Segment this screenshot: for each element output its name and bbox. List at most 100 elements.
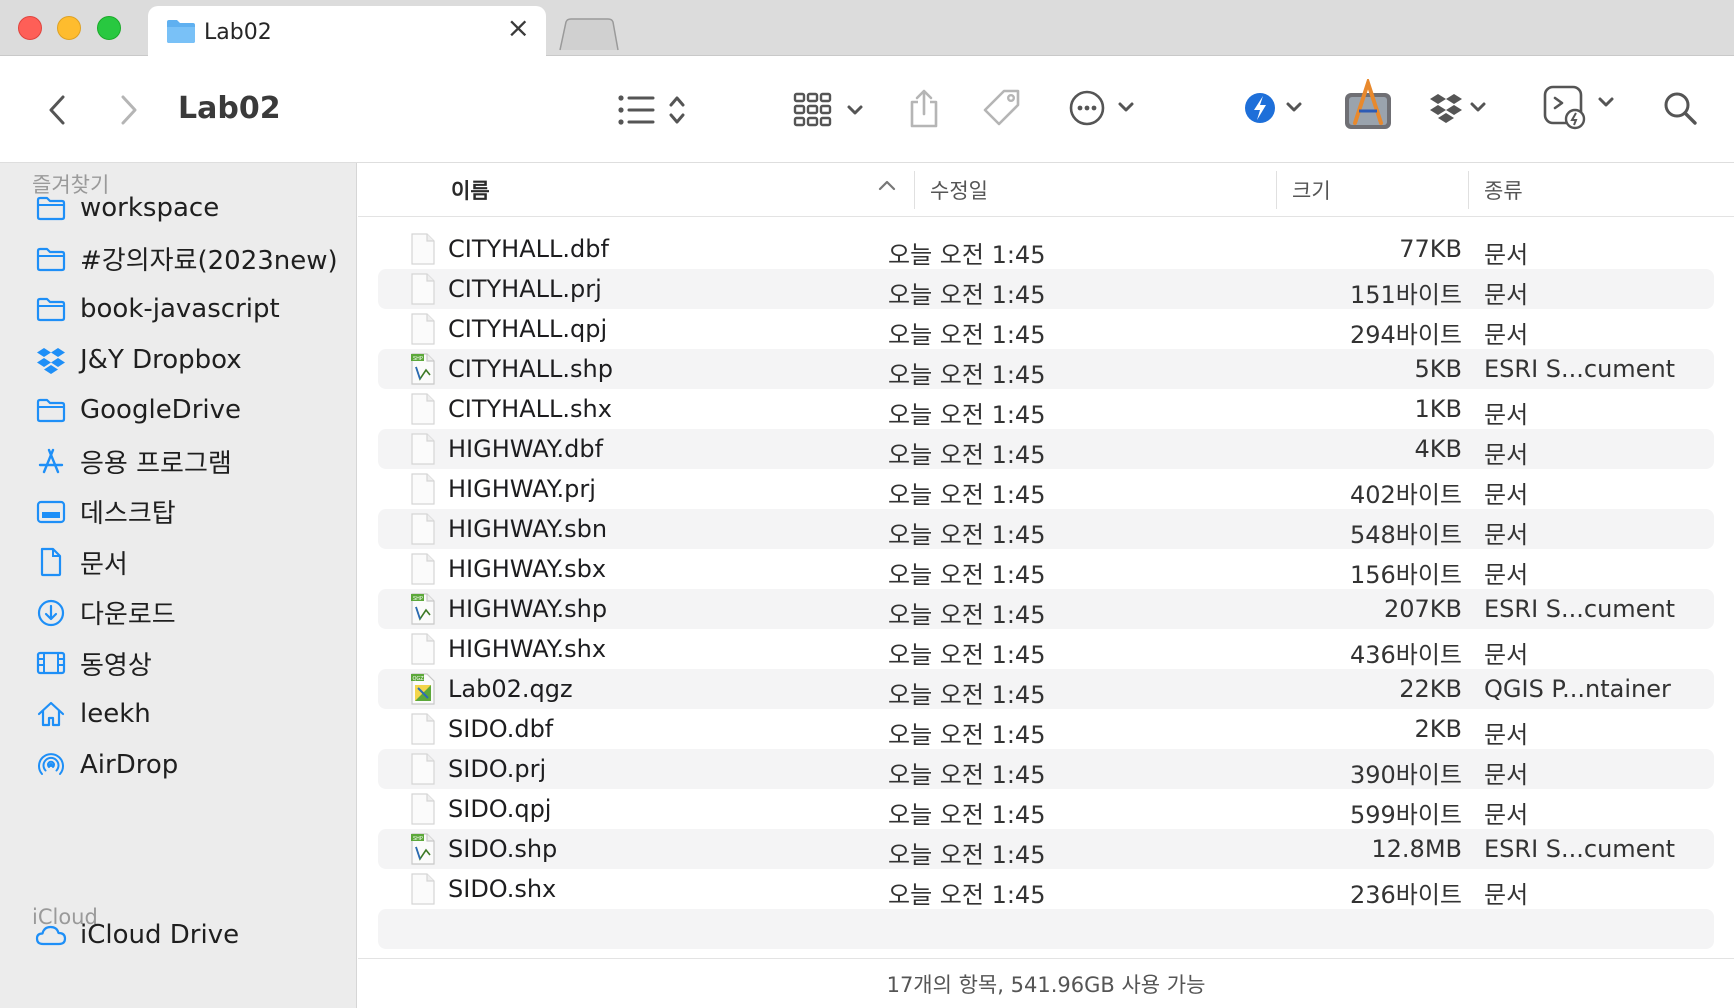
- qgis-project-icon: QGZ: [410, 673, 436, 705]
- file-kind: 문서: [1484, 521, 1529, 549]
- more-actions-icon[interactable]: [1068, 86, 1142, 130]
- document-icon: [410, 393, 436, 425]
- search-icon[interactable]: [1660, 86, 1700, 130]
- sidebar-item-[interactable]: 데스크탑: [34, 487, 176, 537]
- sidebar-item-[interactable]: 응용 프로그램: [34, 436, 232, 486]
- desktop-icon: [34, 495, 68, 529]
- sidebar-item-label: iCloud Drive: [80, 920, 240, 950]
- column-header-size[interactable]: 크기: [1292, 175, 1331, 205]
- share-icon[interactable]: [904, 84, 944, 132]
- sidebar-item-workspace[interactable]: workspace: [34, 183, 219, 233]
- table-row[interactable]: SIDO.qpj 오늘 오전 1:45 599바이트 문서: [378, 789, 1714, 829]
- file-name: HIGHWAY.prj: [448, 475, 596, 503]
- column-header-kind[interactable]: 종류: [1484, 175, 1523, 205]
- table-row[interactable]: HIGHWAY.prj 오늘 오전 1:45 402바이트 문서: [378, 469, 1714, 509]
- tab-lab02[interactable]: Lab02 ×: [148, 6, 546, 57]
- file-size: 2KB: [1414, 715, 1462, 743]
- file-kind: ESRI S...cument: [1484, 595, 1676, 623]
- svg-text:SHP: SHP: [413, 836, 423, 842]
- column-separator[interactable]: [914, 171, 915, 209]
- table-row[interactable]: QGZ Lab02.qgz 오늘 오전 1:45 22KB QGIS P...ntain…: [378, 669, 1714, 709]
- file-name: SIDO.prj: [448, 755, 547, 783]
- forward-icon[interactable]: [114, 90, 144, 130]
- column-separator[interactable]: [1276, 171, 1277, 209]
- folder-icon: [34, 242, 68, 276]
- file-name: SIDO.qpj: [448, 795, 552, 823]
- table-row[interactable]: HIGHWAY.sbn 오늘 오전 1:45 548바이트 문서: [378, 509, 1714, 549]
- tag-icon[interactable]: [980, 86, 1024, 130]
- document-icon: [410, 433, 436, 465]
- file-kind: 문서: [1484, 321, 1529, 349]
- xcode-instruments-icon[interactable]: [1340, 78, 1396, 134]
- file-kind: 문서: [1484, 281, 1529, 309]
- file-date: 오늘 오전 1:45: [888, 841, 1046, 869]
- sidebar-item-icloud-drive[interactable]: iCloud Drive: [34, 910, 239, 960]
- minimize-window-button[interactable]: [57, 16, 81, 40]
- new-tab-button[interactable]: [556, 18, 622, 56]
- tailscale-icon[interactable]: [1244, 86, 1310, 130]
- file-name: SIDO.shx: [448, 875, 557, 903]
- file-size: 5KB: [1414, 355, 1462, 383]
- file-list-pane: 이름 수정일 크기 종류 CITYHALL.dbf 오늘 오전 1:45 77KB 문…: [358, 163, 1734, 1008]
- sidebar-item-2023new[interactable]: #강의자료(2023new): [34, 234, 338, 284]
- file-date: 오늘 오전 1:45: [888, 721, 1046, 749]
- download-icon: [34, 596, 68, 630]
- group-by-icon[interactable]: [792, 86, 868, 134]
- applications-icon: [34, 444, 68, 478]
- table-row[interactable]: HIGHWAY.shx 오늘 오전 1:45 436바이트 문서: [378, 629, 1714, 669]
- zoom-window-button[interactable]: [97, 16, 121, 40]
- file-size: 207KB: [1383, 595, 1462, 623]
- dropbox-icon: [34, 343, 68, 377]
- table-row[interactable]: CITYHALL.qpj 오늘 오전 1:45 294바이트 문서: [378, 309, 1714, 349]
- shapefile-icon: SHP: [410, 833, 436, 865]
- table-row[interactable]: CITYHALL.dbf 오늘 오전 1:45 77KB 문서: [378, 229, 1714, 269]
- table-row[interactable]: SHP SIDO.shp 오늘 오전 1:45 12.8MB ESRI S...cume…: [378, 829, 1714, 869]
- column-header-name[interactable]: 이름: [451, 175, 490, 205]
- table-row[interactable]: CITYHALL.shx 오늘 오전 1:45 1KB 문서: [378, 389, 1714, 429]
- close-window-button[interactable]: [18, 16, 42, 40]
- sidebar-item-label: 다운로드: [80, 600, 176, 631]
- file-kind: 문서: [1484, 721, 1529, 749]
- sidebar-item-[interactable]: 다운로드: [34, 588, 176, 638]
- window-title: Lab02: [178, 91, 281, 126]
- back-icon[interactable]: [42, 90, 72, 130]
- file-name: Lab02.qgz: [448, 675, 573, 703]
- file-size: 236바이트: [1349, 881, 1462, 909]
- sort-ascending-icon[interactable]: [878, 177, 896, 196]
- table-row[interactable]: SIDO.dbf 오늘 오전 1:45 2KB 문서: [378, 709, 1714, 749]
- list-view-icon[interactable]: [614, 86, 694, 134]
- file-date: 오늘 오전 1:45: [888, 281, 1046, 309]
- table-row[interactable]: CITYHALL.prj 오늘 오전 1:45 151바이트 문서: [378, 269, 1714, 309]
- sidebar-item-book-javascript[interactable]: book-javascript: [34, 284, 280, 334]
- status-bar: 17개의 항목, 541.96GB 사용 가능: [358, 958, 1734, 1008]
- table-row[interactable]: SHP CITYHALL.shp 오늘 오전 1:45 5KB ESRI S...cum…: [378, 349, 1714, 389]
- folder-icon: [34, 191, 68, 225]
- file-date: 오늘 오전 1:45: [888, 681, 1046, 709]
- table-row[interactable]: HIGHWAY.dbf 오늘 오전 1:45 4KB 문서: [378, 429, 1714, 469]
- file-size: 436바이트: [1349, 641, 1462, 669]
- sidebar-item-[interactable]: 문서: [34, 537, 128, 587]
- sidebar-item-leekh[interactable]: leekh: [34, 689, 151, 739]
- sidebar-item-airdrop[interactable]: AirDrop: [34, 740, 178, 790]
- document-icon: [410, 313, 436, 345]
- file-name: HIGHWAY.sbx: [448, 555, 607, 583]
- svg-text:SHP: SHP: [413, 596, 423, 602]
- sidebar-item-googledrive[interactable]: GoogleDrive: [34, 385, 241, 435]
- table-row[interactable]: HIGHWAY.sbx 오늘 오전 1:45 156바이트 문서: [378, 549, 1714, 589]
- dropbox-icon[interactable]: [1428, 86, 1494, 130]
- column-header-date[interactable]: 수정일: [930, 175, 988, 205]
- file-kind: 문서: [1484, 881, 1529, 909]
- sidebar-item-j-y-dropbox[interactable]: J&Y Dropbox: [34, 335, 242, 385]
- document-icon: [410, 873, 436, 905]
- table-row[interactable]: SIDO.prj 오늘 오전 1:45 390바이트 문서: [378, 749, 1714, 789]
- sidebar-item-[interactable]: 동영상: [34, 638, 152, 688]
- table-row[interactable]: SHP HIGHWAY.shp 오늘 오전 1:45 207KB ESRI S...cu…: [378, 589, 1714, 629]
- column-separator[interactable]: [1468, 171, 1469, 209]
- file-date: 오늘 오전 1:45: [888, 401, 1046, 429]
- close-tab-icon[interactable]: ×: [507, 14, 530, 42]
- sidebar: 즐겨찾기 workspace #강의자료(2023new) book-javascr…: [0, 163, 357, 1008]
- sidebar-item-label: 동영상: [80, 650, 152, 681]
- table-row[interactable]: SIDO.shx 오늘 오전 1:45 236바이트 문서: [378, 869, 1714, 909]
- tab-title: Lab02: [204, 20, 272, 45]
- script-editor-icon[interactable]: [1542, 82, 1618, 132]
